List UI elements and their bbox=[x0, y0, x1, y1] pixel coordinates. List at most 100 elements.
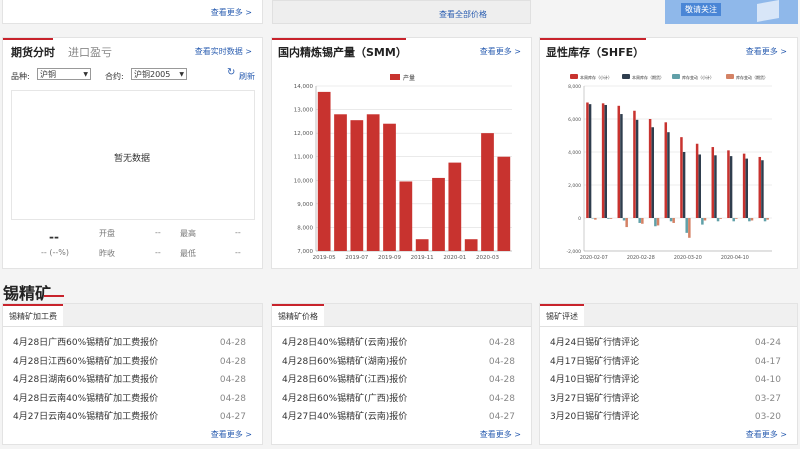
y-tick-label: 2,000 bbox=[568, 183, 581, 189]
bar bbox=[716, 218, 720, 222]
list-item[interactable]: 4月28日江西60%锡精矿加工费报价 04-28 bbox=[13, 355, 246, 369]
list-item-date: 04-17 bbox=[754, 356, 781, 367]
chart-area: 暂无数据 bbox=[11, 90, 255, 220]
bar bbox=[601, 103, 605, 218]
tab-ore-review[interactable]: 锡矿评述 bbox=[540, 304, 584, 326]
list-item[interactable]: 3月20日锡矿行情评论 03-20 bbox=[550, 410, 781, 424]
legend-swatch bbox=[622, 74, 630, 79]
list-item-title[interactable]: 4月28日60%锡精矿(广西)报价 bbox=[282, 394, 407, 404]
bar bbox=[334, 114, 347, 252]
legend-label: 本周库存（小计） bbox=[580, 74, 612, 80]
list-item[interactable]: 4月28日60%锡精矿(广西)报价 04-28 bbox=[282, 392, 515, 406]
high-label: 最高 bbox=[180, 229, 196, 238]
bar bbox=[366, 114, 380, 252]
view-more-link[interactable]: 查看更多 > bbox=[480, 46, 521, 57]
contract-select[interactable]: 沪铜2005 ▼ bbox=[131, 68, 187, 80]
y-tick-label: 7,000 bbox=[297, 249, 313, 255]
ore-price-panel: 锡精矿价格 4月28日40%锡精矿(云南)报价 04-28 4月28日60%锡精矿(… bbox=[271, 303, 532, 445]
smm-output-panel: 国内精炼锡产量（SMM） 查看更多 > 产量 7,000 8,000 9,000 10,… bbox=[271, 37, 532, 269]
legend-swatch bbox=[726, 74, 734, 79]
list-item-date: 04-24 bbox=[754, 338, 781, 348]
list-item-title[interactable]: 4月10日锡矿行情评论 bbox=[550, 375, 639, 385]
title-underline bbox=[272, 38, 406, 40]
list-item-title[interactable]: 3月27日锡矿行情评论 bbox=[550, 394, 639, 404]
list-item[interactable]: 4月27日40%锡精矿(云南)报价 04-27 bbox=[282, 410, 515, 424]
list-item[interactable]: 4月28日60%锡精矿(江西)报价 04-28 bbox=[282, 373, 515, 387]
prev-close-value: -- bbox=[155, 248, 161, 257]
view-all-prices-link[interactable]: 查看全部价格 bbox=[439, 9, 487, 20]
x-tick-label: 2020-04-10 bbox=[721, 255, 749, 261]
list-item-title[interactable]: 4月28日江西60%锡精矿加工费报价 bbox=[13, 357, 158, 367]
tab-ore-price[interactable]: 锡精矿价格 bbox=[272, 304, 324, 326]
tab-futures-timeshare[interactable]: 期货分时 bbox=[11, 44, 55, 60]
list-item-title[interactable]: 4月28日云南40%锡精矿加工费报价 bbox=[13, 394, 158, 404]
list-item-title[interactable]: 4月28日40%锡精矿(云南)报价 bbox=[282, 338, 407, 348]
x-tick-label: 2020-01 bbox=[443, 255, 466, 261]
bar bbox=[448, 162, 462, 251]
x-tick-label: 2020-02-28 bbox=[627, 255, 655, 261]
list-item[interactable]: 4月28日湖南60%锡精矿加工费报价 04-28 bbox=[13, 373, 246, 387]
refresh-button[interactable]: 刷新 bbox=[239, 71, 255, 82]
realtime-data-link[interactable]: 查看实时数据 > bbox=[195, 46, 252, 57]
view-more-link[interactable]: 查看更多 > bbox=[746, 429, 787, 440]
tab-processing-fee[interactable]: 锡精矿加工费 bbox=[3, 304, 63, 326]
list-item[interactable]: 4月24日锡矿行情评论 04-24 bbox=[550, 336, 781, 350]
list-item-title[interactable]: 4月24日锡矿行情评论 bbox=[550, 338, 639, 348]
list-item[interactable]: 4月17日锡矿行情评论 04-17 bbox=[550, 355, 781, 369]
open-value: -- bbox=[155, 228, 161, 237]
list-item-title[interactable]: 4月28日60%锡精矿(江西)报价 bbox=[282, 375, 407, 385]
list-item-title[interactable]: 4月17日锡矿行情评论 bbox=[550, 357, 639, 367]
y-tick-label: 13,000 bbox=[294, 108, 314, 114]
bar bbox=[703, 218, 707, 221]
variety-select[interactable]: 沪铜 ▼ bbox=[37, 68, 91, 80]
list-item-title[interactable]: 4月28日广西60%锡精矿加工费报价 bbox=[13, 338, 158, 348]
list-item-title[interactable]: 4月28日60%锡精矿(湖南)报价 bbox=[282, 357, 407, 367]
y-tick-label: 0 bbox=[578, 216, 581, 222]
bar bbox=[591, 218, 594, 219]
bar bbox=[622, 218, 626, 221]
list-item-title[interactable]: 4月27日云南40%锡精矿加工费报价 bbox=[13, 412, 158, 422]
bar bbox=[688, 218, 691, 238]
banner-cube-icon bbox=[757, 0, 779, 22]
bar bbox=[497, 156, 511, 251]
view-more-link[interactable]: 查看更多 > bbox=[480, 429, 521, 440]
list-item[interactable]: 4月28日广西60%锡精矿加工费报价 04-28 bbox=[13, 336, 246, 350]
price-change: -- (--%) bbox=[41, 248, 69, 257]
list-item-title[interactable]: 3月20日锡矿行情评论 bbox=[550, 412, 639, 422]
bar bbox=[654, 218, 657, 227]
x-tick-label: 2019-07 bbox=[345, 255, 368, 261]
view-more-link[interactable]: 查看更多 > bbox=[211, 429, 252, 440]
bar bbox=[685, 218, 688, 233]
view-more-link[interactable]: 查看更多 > bbox=[746, 46, 787, 57]
bar bbox=[750, 218, 754, 221]
list-item-date: 04-28 bbox=[219, 375, 246, 385]
list-item[interactable]: 4月27日云南40%锡精矿加工费报价 04-27 bbox=[13, 410, 246, 424]
y-tick-label: -2,000 bbox=[566, 249, 581, 255]
promo-banner[interactable]: 敬请关注 bbox=[665, 0, 798, 24]
list-item-title[interactable]: 4月27日40%锡精矿(云南)报价 bbox=[282, 412, 407, 422]
bar bbox=[588, 104, 592, 218]
view-more-link[interactable]: 查看更多 > bbox=[211, 7, 252, 18]
list-item[interactable]: 4月28日60%锡精矿(湖南)报价 04-28 bbox=[282, 355, 515, 369]
list-item[interactable]: 3月27日锡矿行情评论 03-27 bbox=[550, 392, 781, 406]
bar bbox=[695, 143, 699, 218]
bar bbox=[727, 150, 730, 218]
tab-import-profit[interactable]: 进口盈亏 bbox=[68, 44, 112, 60]
list-item[interactable]: 4月10日锡矿行情评论 04-10 bbox=[550, 373, 781, 387]
bar bbox=[604, 104, 607, 218]
panel-header: 锡精矿价格 bbox=[272, 304, 531, 327]
list-item-date: 04-27 bbox=[488, 412, 515, 422]
bar bbox=[399, 181, 413, 251]
shfe-inventory-panel: 显性库存（SHFE） 查看更多 > 本周库存（小计） 本周库存（期货） 库存变动（小… bbox=[539, 37, 798, 269]
x-tick-label: 2020-03 bbox=[476, 255, 499, 261]
list-item[interactable]: 4月28日40%锡精矿(云南)报价 04-28 bbox=[282, 336, 515, 350]
top-left-panel: 查看更多 > bbox=[2, 0, 263, 24]
list-item[interactable]: 4月28日云南40%锡精矿加工费报价 04-28 bbox=[13, 392, 246, 406]
bar bbox=[383, 123, 396, 251]
bar bbox=[719, 218, 722, 219]
x-tick-label: 2020-02-07 bbox=[580, 255, 608, 261]
list-item-title[interactable]: 4月28日湖南60%锡精矿加工费报价 bbox=[13, 375, 158, 385]
refresh-icon[interactable]: ↻ bbox=[227, 67, 235, 78]
legend-swatch bbox=[390, 74, 400, 80]
bar bbox=[432, 177, 445, 251]
